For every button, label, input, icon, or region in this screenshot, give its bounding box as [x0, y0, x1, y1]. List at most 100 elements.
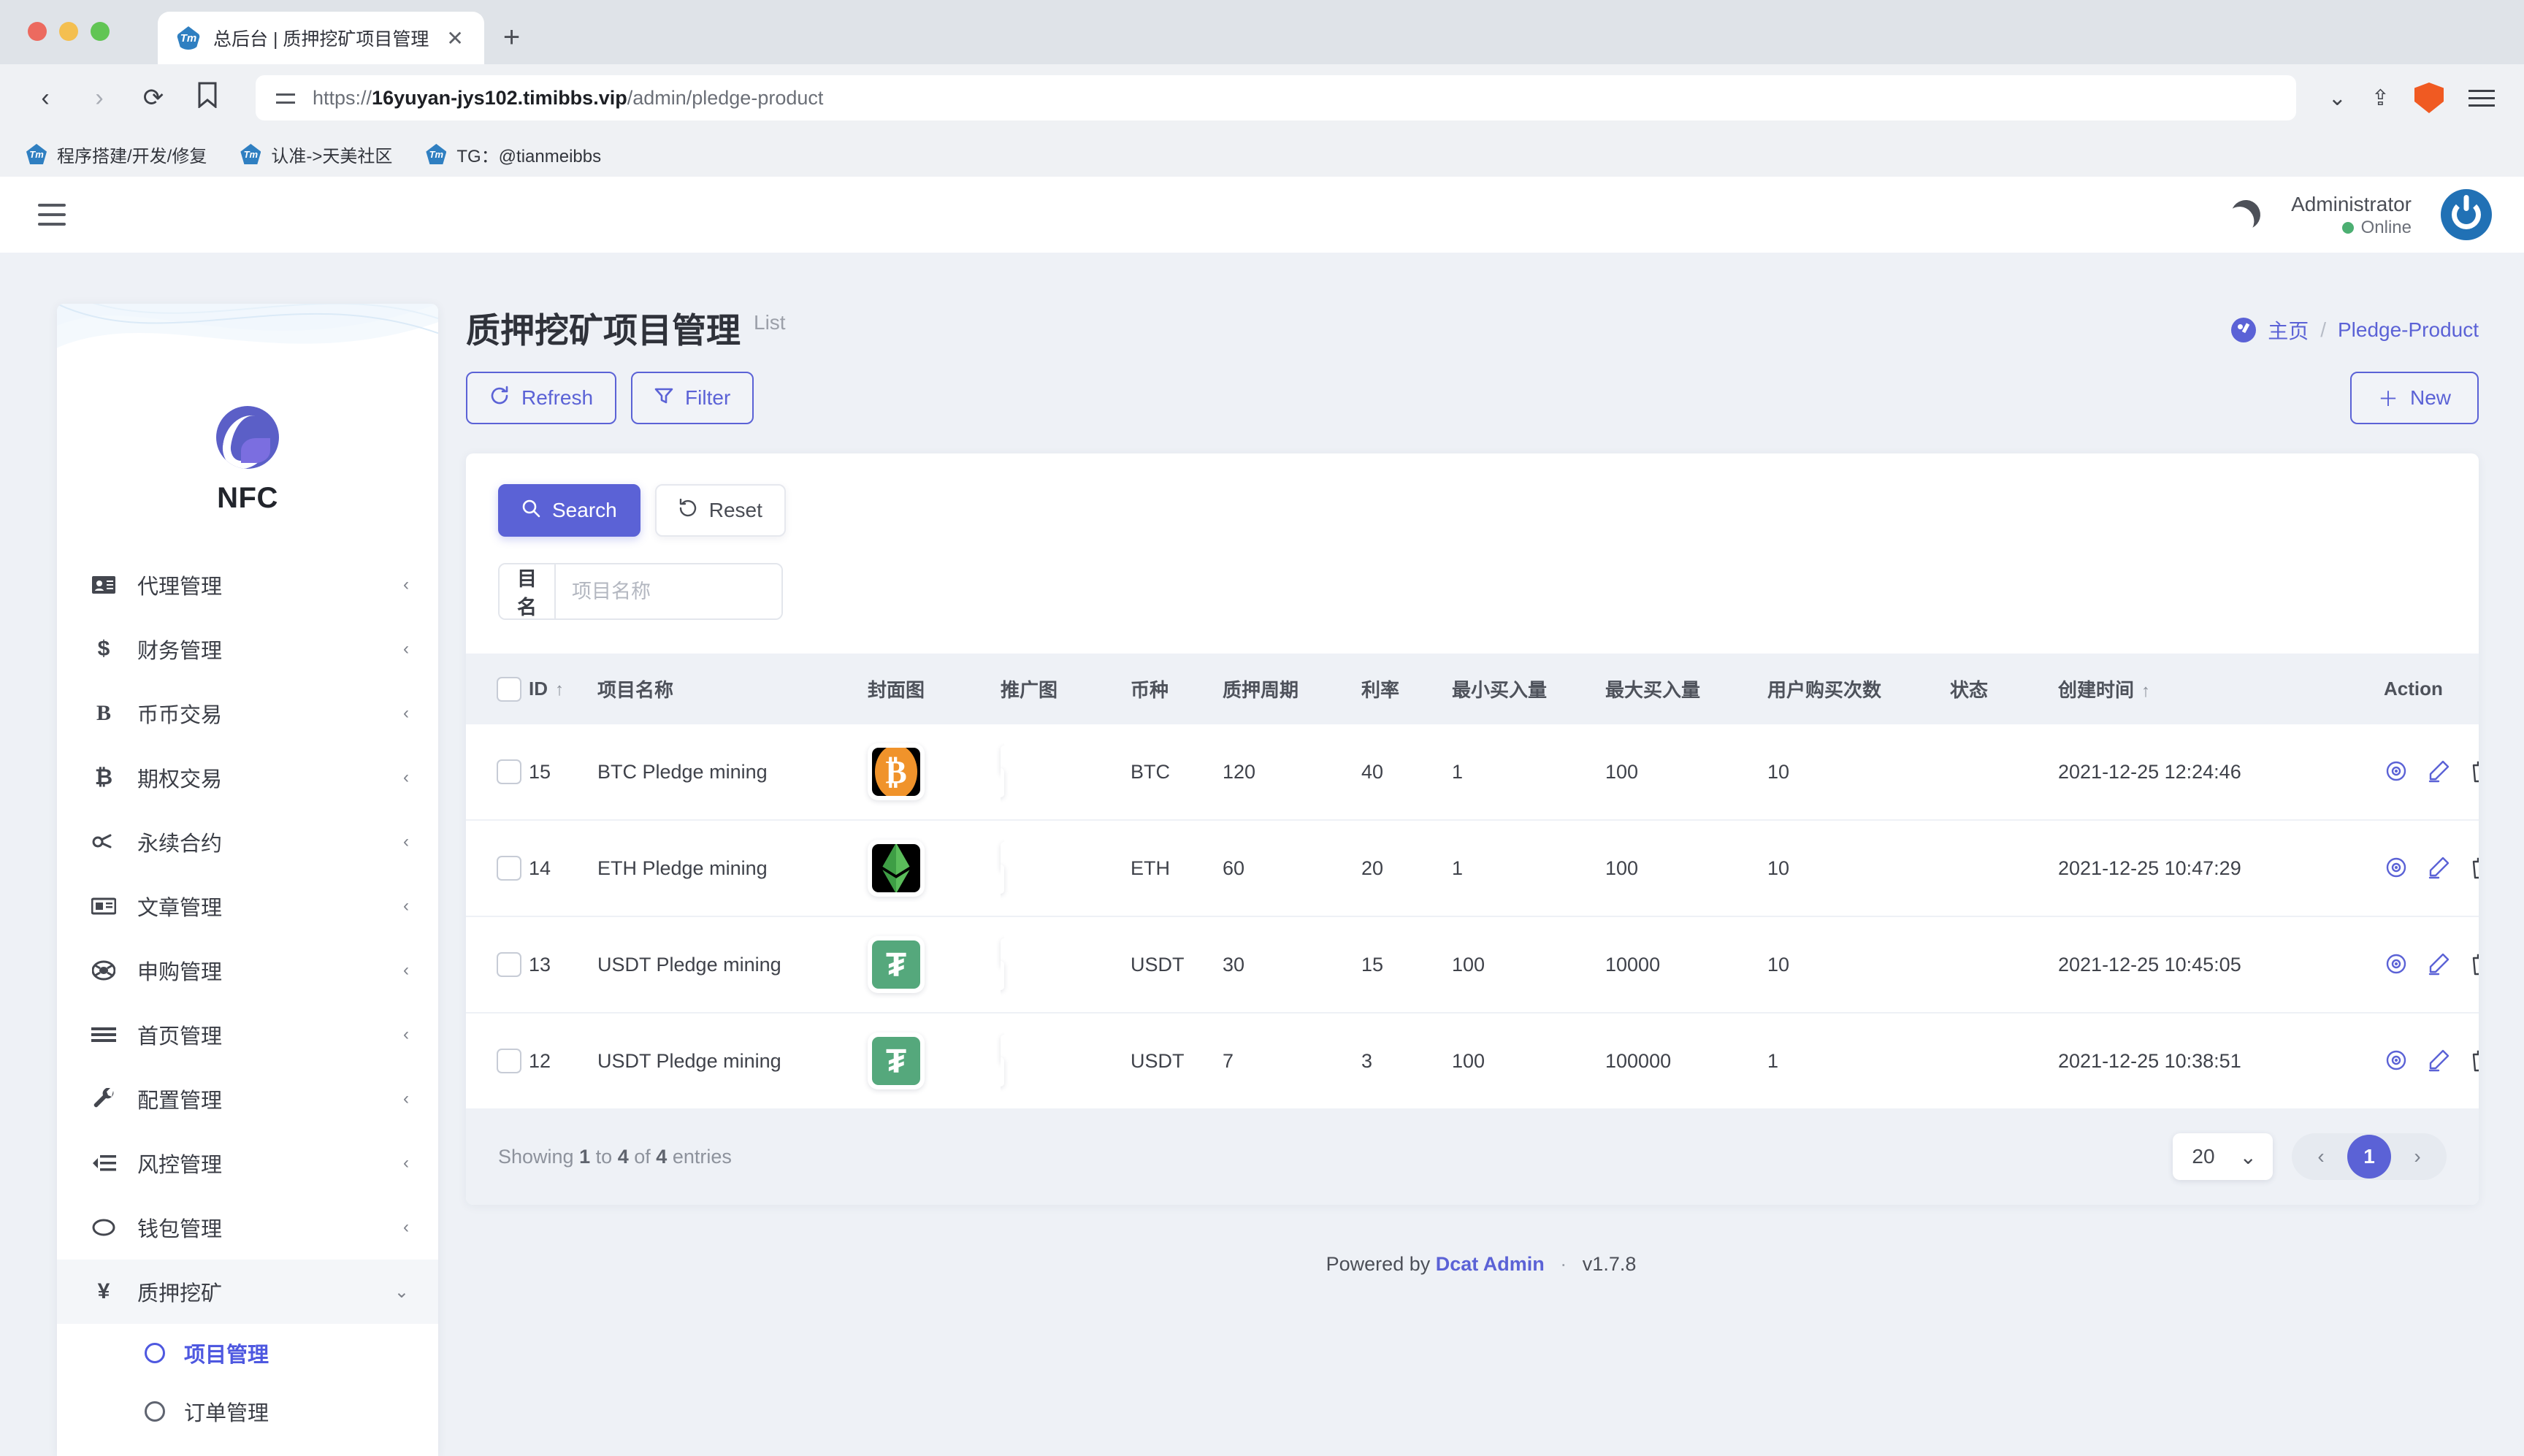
share-icon[interactable]: ⇪ [2371, 85, 2390, 111]
user-menu[interactable]: Administrator Online [2291, 191, 2412, 239]
breadcrumb-separator: / [2320, 318, 2326, 341]
sidebar-item-homepage[interactable]: 首页管理 ‹ [57, 1003, 438, 1067]
promo-red-thumb[interactable] [1001, 842, 1004, 894]
bookmark-icon[interactable] [191, 82, 223, 115]
edit-icon[interactable] [2426, 855, 2452, 881]
promo-dark-thumb[interactable] [1001, 746, 1004, 797]
view-icon[interactable] [2384, 951, 2410, 978]
reset-button[interactable]: Reset [654, 484, 786, 537]
sidebar-item-config[interactable]: 配置管理 ‹ [57, 1067, 438, 1131]
refresh-button[interactable]: Refresh [466, 372, 617, 424]
select-all-checkbox[interactable] [497, 676, 521, 702]
usdt-coin-icon[interactable]: ₮ [868, 1032, 925, 1089]
usdt-coin-icon[interactable]: ₮ [868, 936, 925, 993]
cell-cover: ₮ [868, 1013, 1001, 1108]
chevron-left-icon: ‹ [403, 896, 409, 916]
sidebar-brand[interactable]: NFC [57, 399, 438, 553]
dark-mode-icon[interactable] [2230, 199, 2262, 231]
sidebar-item-pledge-mining[interactable]: ¥ 质押挖矿 ⌄ [57, 1260, 438, 1324]
avatar[interactable] [2441, 189, 2492, 240]
bookmark-favicon-icon: Tm [426, 144, 447, 164]
sidebar-item-risk[interactable]: 风控管理 ‹ [57, 1131, 438, 1195]
browser-menu-icon[interactable] [2468, 89, 2495, 107]
back-button[interactable]: ‹ [29, 84, 61, 112]
eth-coin-icon[interactable] [868, 840, 925, 897]
edit-icon[interactable] [2426, 759, 2452, 785]
delete-icon[interactable] [2468, 1048, 2479, 1074]
sidebar-hero-decoration [57, 304, 438, 399]
window-traffic-lights[interactable] [28, 22, 110, 41]
breadcrumb-home[interactable]: 主页 [2268, 315, 2309, 345]
bookmark-label: 认准->天美社区 [271, 146, 393, 166]
cell-name: USDT Pledge mining [597, 916, 868, 1014]
dcat-admin-link[interactable]: Dcat Admin [1436, 1253, 1545, 1275]
cell-rate: 3 [1361, 1049, 1373, 1072]
sidebar-item-agent[interactable]: 代理管理 ‹ [57, 553, 438, 617]
page-toolbar: Refresh Filter ＋ New [438, 353, 2524, 424]
sidebar-toggle-icon[interactable] [32, 198, 72, 231]
filter-button[interactable]: Filter [631, 372, 754, 424]
edit-icon[interactable] [2426, 1048, 2452, 1074]
cell-min: 1 [1452, 820, 1605, 917]
sidebar-subitem-label: 订单管理 [184, 1402, 269, 1425]
sidebar-item-finance[interactable]: $ 财务管理 ‹ [57, 617, 438, 681]
search-button[interactable]: Search [498, 484, 640, 537]
per-page-select[interactable]: 20 ⌄ [2173, 1133, 2273, 1180]
close-tab-icon[interactable]: ✕ [442, 26, 467, 50]
breadcrumb-current[interactable]: Pledge-Product [2338, 318, 2479, 342]
maximize-window-button[interactable] [91, 22, 110, 41]
showing-prefix: Showing [498, 1145, 574, 1168]
sidebar-item-perpetual[interactable]: 永续合约 ‹ [57, 810, 438, 874]
th-status: 状态 [1950, 654, 2058, 724]
minimize-window-button[interactable] [59, 22, 78, 41]
close-window-button[interactable] [28, 22, 47, 41]
forward-button[interactable]: › [83, 84, 115, 112]
brand-name: NFC [217, 482, 278, 514]
delete-icon[interactable] [2468, 855, 2479, 881]
table-body: 15 BTC Pledge mining ₿ BTC 120 40 1 100 … [466, 724, 2479, 1108]
reload-button[interactable]: ⟳ [137, 83, 169, 112]
cell-period: 120 [1223, 724, 1361, 821]
collapse-icon[interactable]: ⌄ [2328, 85, 2347, 111]
browser-tab[interactable]: Tm 总后台 | 质押挖矿项目管理 ✕ [158, 12, 484, 64]
cell-promo [1001, 1013, 1131, 1108]
page-1-button[interactable]: 1 [2347, 1135, 2391, 1179]
sidebar-item-article[interactable]: 文章管理 ‹ [57, 874, 438, 938]
sidebar-item-coin-trade[interactable]: B 币币交易 ‹ [57, 681, 438, 746]
site-settings-icon[interactable] [275, 87, 297, 109]
btc-coin-icon[interactable]: ₿ [868, 743, 925, 800]
bookmark-item[interactable]: Tm 认准->天美社区 [240, 142, 392, 167]
sidebar-item-label: 钱包管理 [137, 1218, 223, 1241]
delete-icon[interactable] [2468, 951, 2479, 978]
pager: ‹ 1 › [2292, 1133, 2447, 1180]
row-checkbox[interactable] [497, 952, 521, 977]
promo-red-thumb[interactable] [1001, 1035, 1004, 1087]
view-icon[interactable] [2384, 1048, 2410, 1074]
bookmark-item[interactable]: Tm 程序搭建/开发/修复 [26, 142, 207, 167]
sidebar-item-option-trade[interactable]: ₿ 期权交易 ‹ [57, 746, 438, 810]
row-checkbox[interactable] [497, 1049, 521, 1073]
new-button[interactable]: ＋ New [2349, 372, 2479, 424]
row-checkbox[interactable] [497, 759, 521, 784]
row-checkbox[interactable] [497, 856, 521, 881]
promo-red-thumb[interactable] [1001, 938, 1004, 990]
delete-icon[interactable] [2468, 759, 2479, 785]
th-created[interactable]: 创建时间 ↑ [2058, 654, 2384, 724]
sidebar-item-wallet[interactable]: 钱包管理 ‹ [57, 1195, 438, 1260]
th-id[interactable]: ID ↑ [529, 654, 597, 724]
bookmark-item[interactable]: Tm TG：@tianmeibbs [426, 142, 601, 167]
new-tab-button[interactable]: + [503, 21, 520, 64]
prev-page-button[interactable]: ‹ [2299, 1135, 2343, 1179]
indent-icon [89, 1154, 118, 1172]
view-icon[interactable] [2384, 759, 2410, 785]
sidebar-subitem-project-management[interactable]: 项目管理 [57, 1324, 438, 1382]
project-name-filter[interactable]: 项目名称 [498, 563, 783, 620]
edit-icon[interactable] [2426, 951, 2452, 978]
sidebar-subitem-order-management[interactable]: 订单管理 [57, 1382, 438, 1441]
shield-icon[interactable] [2414, 83, 2444, 113]
view-icon[interactable] [2384, 855, 2410, 881]
sidebar-item-subscription[interactable]: 申购管理 ‹ [57, 938, 438, 1003]
address-bar[interactable]: https://16yuyan-jys102.timibbs.vip/admin… [256, 75, 2296, 120]
next-page-button[interactable]: › [2395, 1135, 2439, 1179]
project-name-input[interactable] [556, 564, 781, 618]
